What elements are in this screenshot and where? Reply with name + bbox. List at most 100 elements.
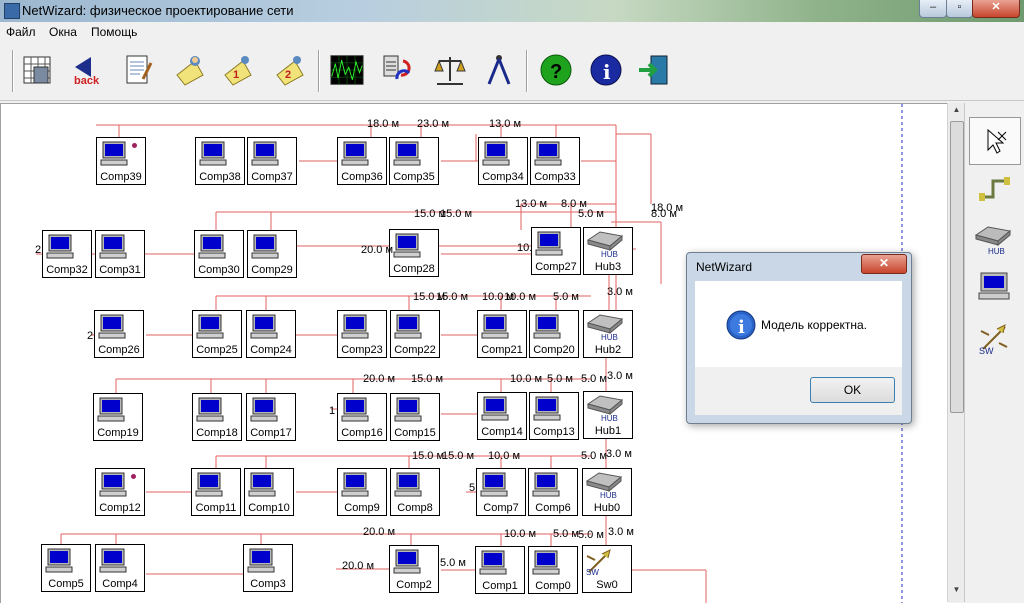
hub-tool-label: HUB: [988, 247, 1005, 255]
node-comp36[interactable]: Comp36: [337, 137, 387, 185]
node-comp12[interactable]: Comp12: [95, 468, 145, 516]
node-hub1[interactable]: HUB Hub1: [583, 391, 633, 439]
node-comp14[interactable]: Comp14: [477, 392, 527, 440]
node-comp9[interactable]: Comp9: [337, 468, 387, 516]
dialog-close-button[interactable]: ✕: [861, 254, 907, 274]
computer-icon: [99, 472, 127, 497]
menu-file[interactable]: Файл: [6, 25, 36, 39]
exit-icon[interactable]: [636, 52, 672, 88]
hub-tool-icon[interactable]: HUB: [969, 215, 1019, 261]
report-icon[interactable]: [120, 52, 156, 88]
node-comp19[interactable]: Comp19: [93, 393, 143, 441]
node-comp26[interactable]: Comp26: [94, 310, 144, 358]
node-comp11[interactable]: Comp11: [191, 468, 241, 516]
oscilloscope-icon[interactable]: [327, 52, 367, 88]
menu-help[interactable]: Помощь: [91, 25, 137, 39]
help-icon[interactable]: ?: [538, 52, 574, 88]
node-comp28[interactable]: Comp28: [389, 229, 439, 277]
message-dialog: NetWizard ✕ i Модель корректна. OK: [686, 252, 912, 424]
node-comp8[interactable]: Comp8: [390, 468, 440, 516]
computer-icon: [393, 233, 421, 258]
scroll-thumb[interactable]: [950, 121, 964, 413]
app-icon: [4, 3, 20, 19]
node-comp24[interactable]: Comp24: [246, 310, 296, 358]
node-label: Comp24: [250, 344, 292, 356]
node-comp27[interactable]: Comp27: [531, 227, 581, 275]
node-comp20[interactable]: Comp20: [529, 310, 579, 358]
node-label: Comp14: [481, 426, 523, 438]
node-comp25[interactable]: Comp25: [192, 310, 242, 358]
node-comp32[interactable]: Comp32: [42, 230, 92, 278]
menu-bar: Файл Окна Помощь: [0, 22, 1024, 42]
node-comp21[interactable]: Comp21: [477, 310, 527, 358]
node-comp29[interactable]: Comp29: [247, 230, 297, 278]
node-comp10[interactable]: Comp10: [244, 468, 294, 516]
node-comp17[interactable]: Comp17: [246, 393, 296, 441]
node-comp23[interactable]: Comp23: [337, 310, 387, 358]
node-comp22[interactable]: Comp22: [390, 310, 440, 358]
computer-tool-icon[interactable]: [969, 263, 1019, 309]
recalculate-icon[interactable]: [380, 52, 416, 88]
node-label: Comp32: [46, 264, 88, 276]
info-icon[interactable]: i: [588, 52, 624, 88]
compass-icon[interactable]: [481, 52, 517, 88]
back-icon[interactable]: back: [70, 52, 106, 88]
node-comp31[interactable]: Comp31: [95, 230, 145, 278]
scales-icon[interactable]: [432, 52, 468, 88]
calculator-grid-icon[interactable]: [20, 52, 56, 88]
node-comp18[interactable]: Comp18: [192, 393, 242, 441]
task-1-icon[interactable]: 1: [220, 52, 256, 88]
info-icon: i: [726, 310, 756, 340]
scroll-down-icon[interactable]: ▼: [948, 585, 965, 601]
task-2-icon[interactable]: 2: [272, 52, 308, 88]
dialog-body: i Модель корректна.: [695, 281, 902, 367]
node-comp3[interactable]: Comp3: [243, 544, 293, 592]
cable-length-label: 8.0 м: [651, 208, 677, 220]
node-comp0[interactable]: Comp0: [528, 546, 578, 594]
node-comp37[interactable]: Comp37: [247, 137, 297, 185]
node-comp34[interactable]: Comp34: [478, 137, 528, 185]
window-title: NetWizard: физическое проектирование сет…: [22, 3, 294, 18]
computer-icon: [341, 314, 369, 339]
computer-icon: [393, 141, 421, 166]
node-comp4[interactable]: Comp4: [95, 544, 145, 592]
switch-tool-icon[interactable]: SW: [969, 315, 1019, 361]
cable-tool-icon[interactable]: [969, 165, 1019, 211]
node-comp1[interactable]: Comp1: [475, 546, 525, 594]
minimize-button[interactable]: –: [919, 0, 947, 18]
cable-length-label: 15.0 м: [440, 208, 473, 220]
node-sw0[interactable]: SW Sw0: [582, 545, 632, 593]
node-comp5[interactable]: Comp5: [41, 544, 91, 592]
scroll-up-icon[interactable]: ▲: [948, 105, 965, 121]
pointer-tool-icon[interactable]: [969, 117, 1021, 165]
node-comp15[interactable]: Comp15: [390, 393, 440, 441]
node-comp35[interactable]: Comp35: [389, 137, 439, 185]
maximize-button[interactable]: ▫: [946, 0, 973, 18]
node-comp39[interactable]: Comp39: [96, 137, 146, 185]
node-label: Comp17: [250, 427, 292, 439]
node-hub3[interactable]: HUB Hub3: [583, 227, 633, 275]
node-comp38[interactable]: Comp38: [195, 137, 245, 185]
cable-length-label: 10.0 м: [510, 373, 543, 385]
node-comp16[interactable]: Comp16: [337, 393, 387, 441]
node-comp6[interactable]: Comp6: [528, 468, 578, 516]
cable-length-label: 15.0 м: [442, 450, 475, 462]
task-icon[interactable]: [172, 52, 208, 88]
node-comp7[interactable]: Comp7: [476, 468, 526, 516]
node-comp30[interactable]: Comp30: [194, 230, 244, 278]
computer-icon: [99, 234, 127, 259]
node-comp2[interactable]: Comp2: [389, 545, 439, 593]
vertical-scrollbar[interactable]: ▲ ▼: [947, 103, 965, 602]
node-hub2[interactable]: HUB Hub2: [583, 310, 633, 358]
ok-button[interactable]: OK: [810, 377, 895, 403]
switch-tool-label: SW: [979, 346, 994, 355]
node-hub0[interactable]: HUB Hub0: [582, 468, 632, 516]
menu-windows[interactable]: Окна: [49, 25, 77, 39]
computer-icon: [45, 548, 73, 573]
cable-length-label: 5.0 м: [547, 373, 573, 385]
close-button[interactable]: ✕: [972, 0, 1020, 18]
cable-length-label: 20.0 м: [361, 244, 394, 256]
node-comp33[interactable]: Comp33: [530, 137, 580, 185]
node-label: Comp25: [196, 344, 238, 356]
node-comp13[interactable]: Comp13: [529, 392, 579, 440]
